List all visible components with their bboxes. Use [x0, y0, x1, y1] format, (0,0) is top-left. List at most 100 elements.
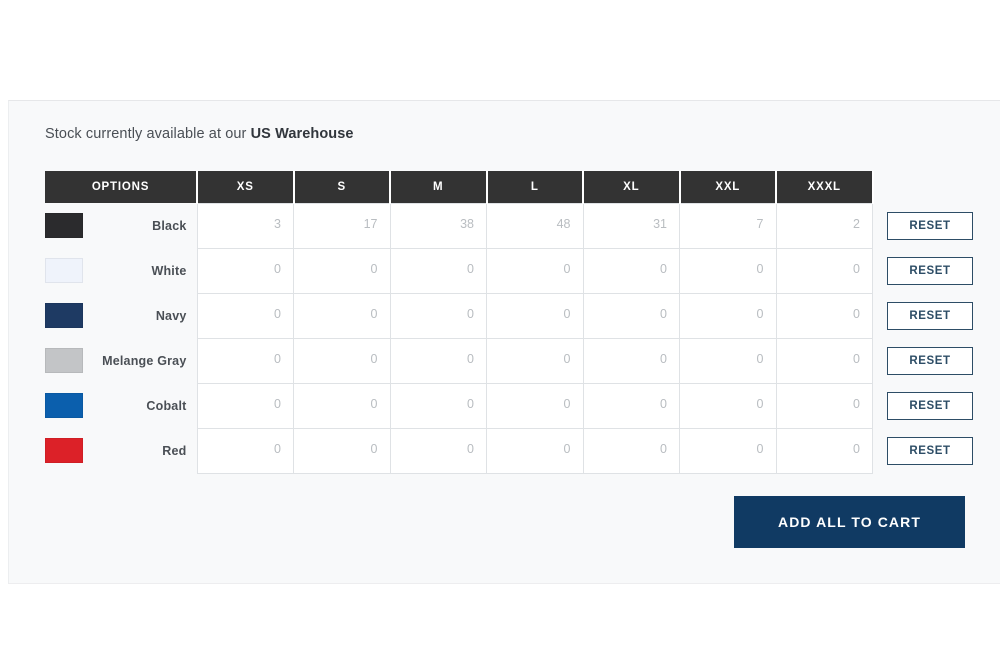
option-cell: Melange Gray	[45, 338, 197, 383]
quantity-cell	[679, 382, 777, 429]
reset-button-black[interactable]: RESET	[887, 211, 973, 240]
quantity-input-navy-xl[interactable]	[583, 294, 679, 338]
quantity-input-black-xxl[interactable]	[680, 204, 776, 248]
quantity-input-cobalt-xxl[interactable]	[680, 384, 776, 428]
color-swatch-white[interactable]	[45, 258, 83, 283]
quantity-input-melange-gray-xxl[interactable]	[680, 339, 776, 383]
quantity-input-melange-gray-xxxl[interactable]	[776, 339, 872, 383]
column-header-s: S	[293, 171, 391, 203]
color-swatch-red[interactable]	[45, 438, 83, 463]
quantity-cell	[389, 427, 487, 474]
quantity-input-cobalt-s[interactable]	[294, 384, 390, 428]
quantity-input-melange-gray-xl[interactable]	[583, 339, 679, 383]
color-swatch-navy[interactable]	[45, 303, 83, 328]
quantity-input-white-s[interactable]	[294, 249, 390, 293]
column-header-xs: XS	[197, 171, 295, 203]
quantity-cell	[679, 247, 777, 294]
quantity-cell	[582, 382, 680, 429]
quantity-input-white-m[interactable]	[390, 249, 486, 293]
quantity-input-black-xxxl[interactable]	[776, 204, 872, 248]
quantity-input-cobalt-m[interactable]	[390, 384, 486, 428]
quantity-cell	[486, 427, 584, 474]
table-row: White RESET	[45, 247, 983, 294]
quantity-input-cobalt-xxxl[interactable]	[776, 384, 872, 428]
quantity-input-navy-xxl[interactable]	[680, 294, 776, 338]
quantity-cell	[582, 202, 680, 249]
color-name-label: Navy	[155, 308, 187, 323]
quantity-input-white-l[interactable]	[487, 249, 583, 293]
quantity-cell	[679, 337, 777, 384]
quantity-input-navy-s[interactable]	[294, 294, 390, 338]
quantity-input-navy-l[interactable]	[487, 294, 583, 338]
quantity-cell	[293, 202, 391, 249]
quantity-input-cobalt-xs[interactable]	[197, 384, 293, 428]
quantity-cell	[486, 292, 584, 339]
option-row-inner: White	[45, 248, 189, 293]
quantity-cell	[486, 202, 584, 249]
quantity-input-black-m[interactable]	[390, 204, 486, 248]
reset-cell: RESET	[873, 428, 983, 473]
option-row-inner: Cobalt	[45, 383, 189, 428]
color-name-label: White	[151, 263, 187, 278]
quantity-input-white-xs[interactable]	[197, 249, 293, 293]
color-name-label: Cobalt	[146, 398, 187, 413]
quantity-input-cobalt-l[interactable]	[487, 384, 583, 428]
option-row-inner: Navy	[45, 293, 189, 338]
quantity-cell	[196, 247, 294, 294]
reset-button-melange-gray[interactable]: RESET	[887, 346, 973, 375]
reset-cell: RESET	[873, 338, 983, 383]
quantity-input-black-xl[interactable]	[583, 204, 679, 248]
quantity-cell	[775, 202, 873, 249]
add-all-to-cart-button[interactable]: ADD ALL TO CART	[734, 496, 965, 548]
quantity-input-red-xxxl[interactable]	[776, 429, 872, 473]
panel-heading: Stock currently available at our US Ware…	[45, 126, 354, 142]
color-name-label: Red	[162, 443, 187, 458]
table-row: Navy RESET	[45, 292, 983, 339]
reset-button-red[interactable]: RESET	[887, 436, 973, 465]
reset-cell: RESET	[873, 203, 983, 248]
color-swatch-melange-gray[interactable]	[45, 348, 83, 373]
quantity-input-melange-gray-s[interactable]	[294, 339, 390, 383]
quantity-cell	[775, 337, 873, 384]
quantity-input-white-xxl[interactable]	[680, 249, 776, 293]
quantity-cell	[196, 427, 294, 474]
quantity-input-red-xl[interactable]	[583, 429, 679, 473]
quantity-input-white-xxxl[interactable]	[776, 249, 872, 293]
color-swatch-cobalt[interactable]	[45, 393, 83, 418]
quantity-cell	[582, 337, 680, 384]
quantity-cell	[582, 292, 680, 339]
option-cell: Black	[45, 203, 197, 248]
color-name-label: Melange Gray	[102, 353, 187, 368]
quantity-input-red-s[interactable]	[294, 429, 390, 473]
stock-table-wrapper: OPTIONSXSSMLXLXXLXXXL Black RESET White RES…	[45, 171, 973, 474]
quantity-input-navy-m[interactable]	[390, 294, 486, 338]
quantity-input-cobalt-xl[interactable]	[583, 384, 679, 428]
quantity-input-melange-gray-m[interactable]	[390, 339, 486, 383]
quantity-input-navy-xxxl[interactable]	[776, 294, 872, 338]
quantity-cell	[196, 202, 294, 249]
quantity-cell	[293, 382, 391, 429]
quantity-input-black-l[interactable]	[487, 204, 583, 248]
quantity-input-red-xxl[interactable]	[680, 429, 776, 473]
reset-cell: RESET	[873, 293, 983, 338]
table-row: Black RESET	[45, 202, 983, 249]
quantity-input-red-m[interactable]	[390, 429, 486, 473]
quantity-input-melange-gray-l[interactable]	[487, 339, 583, 383]
color-swatch-black[interactable]	[45, 213, 83, 238]
quantity-input-navy-xs[interactable]	[197, 294, 293, 338]
reset-button-white[interactable]: RESET	[887, 256, 973, 285]
reset-button-cobalt[interactable]: RESET	[887, 391, 973, 420]
reset-button-navy[interactable]: RESET	[887, 301, 973, 330]
quantity-cell	[196, 292, 294, 339]
quantity-input-red-l[interactable]	[487, 429, 583, 473]
quantity-input-black-s[interactable]	[294, 204, 390, 248]
quantity-cell	[389, 337, 487, 384]
quantity-cell	[293, 337, 391, 384]
quantity-cell	[293, 427, 391, 474]
quantity-input-white-xl[interactable]	[583, 249, 679, 293]
heading-prefix-text: Stock currently available at our	[45, 126, 251, 142]
quantity-cell	[582, 427, 680, 474]
quantity-input-red-xs[interactable]	[197, 429, 293, 473]
quantity-input-melange-gray-xs[interactable]	[197, 339, 293, 383]
quantity-input-black-xs[interactable]	[197, 204, 293, 248]
